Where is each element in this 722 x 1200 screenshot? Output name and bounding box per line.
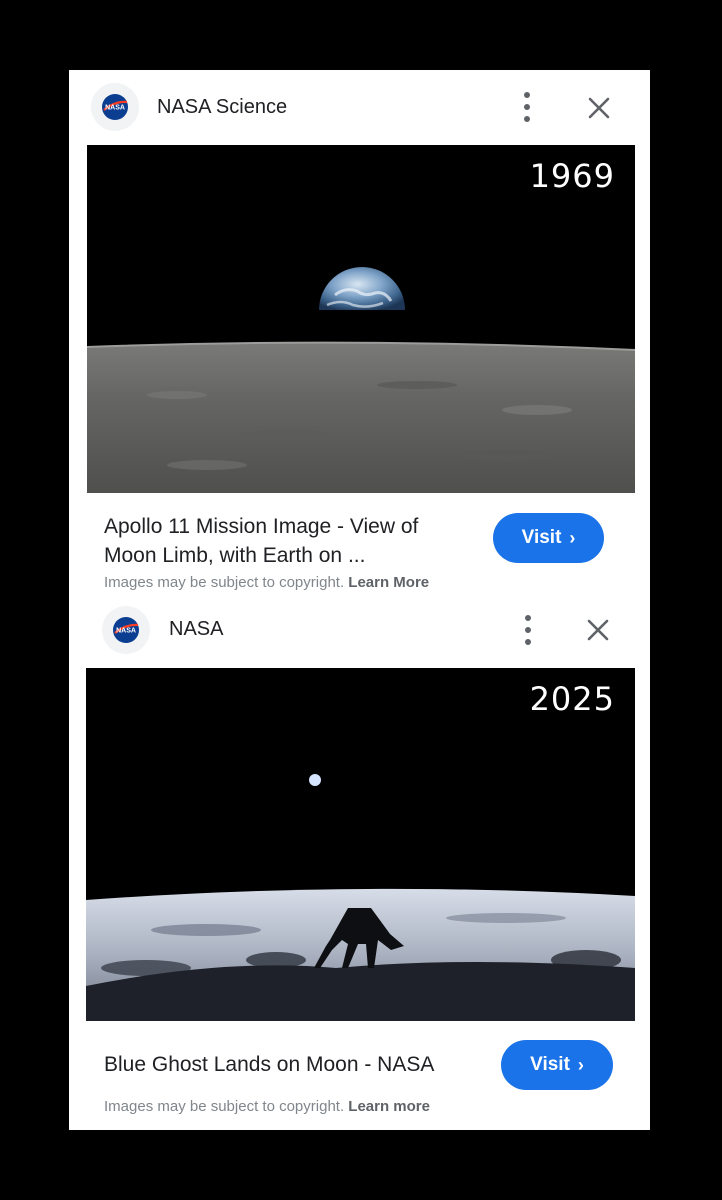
svg-text:NASA: NASA	[105, 105, 125, 112]
copyright-text: Images may be subject to copyright.	[104, 1098, 345, 1115]
copyright-text: Images may be subject to copyright.	[104, 574, 345, 591]
visit-button[interactable]: Visit ›	[501, 1040, 613, 1090]
result-2-header: NASA NASA	[69, 600, 650, 660]
copyright-notice: Images may be subject to copyright. Lear…	[104, 574, 429, 591]
result-1-header: NASA NASA Science	[69, 78, 650, 138]
result-title[interactable]: Apollo 11 Mission Image - View of Moon L…	[104, 512, 464, 570]
nasa-meatball-icon: NASA	[102, 94, 128, 120]
svg-text:NASA: NASA	[116, 628, 136, 635]
learn-more-link[interactable]: Learn more	[348, 1098, 430, 1115]
result-image-blue-ghost[interactable]: 2025	[86, 668, 635, 1021]
chevron-right-icon: ›	[569, 527, 576, 548]
year-overlay: 1969	[529, 157, 615, 195]
visit-label: Visit	[521, 527, 562, 548]
learn-more-link[interactable]: Learn More	[348, 574, 429, 591]
year-overlay: 2025	[529, 680, 615, 718]
nasa-logo-icon[interactable]: NASA	[102, 606, 150, 654]
close-icon[interactable]	[584, 93, 614, 123]
close-icon[interactable]	[583, 615, 613, 645]
visit-label: Visit	[530, 1054, 570, 1075]
chevron-right-icon: ›	[577, 1054, 584, 1075]
result-source[interactable]: NASA Science	[157, 96, 287, 119]
result-source[interactable]: NASA	[169, 618, 223, 641]
nasa-logo-icon[interactable]: NASA	[91, 83, 139, 131]
result-image-earthrise[interactable]: 1969	[87, 145, 635, 493]
visit-button[interactable]: Visit ›	[493, 513, 604, 563]
more-vert-icon[interactable]	[518, 615, 538, 645]
copyright-notice: Images may be subject to copyright. Lear…	[104, 1098, 430, 1115]
nasa-meatball-icon: NASA	[113, 617, 139, 643]
results-panel: NASA NASA Science 1969 Apollo 11 Mission…	[69, 70, 650, 1130]
more-vert-icon[interactable]	[517, 92, 537, 122]
result-title[interactable]: Blue Ghost Lands on Moon - NASA	[104, 1050, 504, 1079]
